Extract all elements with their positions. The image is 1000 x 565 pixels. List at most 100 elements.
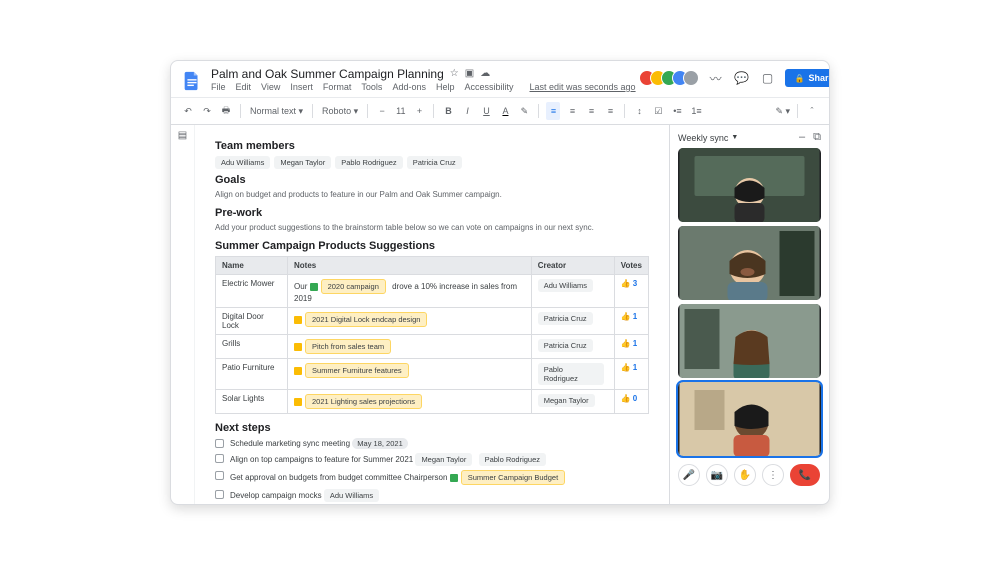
collapse-toolbar-button[interactable]: ˆ — [805, 102, 819, 120]
camera-button[interactable]: 📷 — [706, 464, 728, 486]
heading-table: Summer Campaign Products Suggestions — [215, 240, 649, 252]
popout-icon[interactable]: ⧉ — [813, 131, 821, 144]
number-list-button[interactable]: 1≡ — [689, 102, 703, 120]
doc-link-chip[interactable]: 2020 campaign — [321, 279, 386, 294]
history-icon[interactable]: 〰 — [707, 69, 725, 87]
person-chip[interactable]: Pablo Rodriguez — [538, 363, 604, 385]
menu-add-ons[interactable]: Add-ons — [392, 82, 426, 92]
align-justify-button[interactable]: ≡ — [603, 102, 617, 120]
align-right-button[interactable]: ≡ — [584, 102, 598, 120]
print-button[interactable]: 🖶 — [219, 102, 233, 120]
table-row: Digital Door Lock 2021 Digital Lock endca… — [216, 308, 649, 335]
person-chip[interactable]: Megan Taylor — [538, 394, 595, 407]
video-tile-2[interactable] — [678, 226, 821, 300]
person-chip[interactable]: Megan Taylor — [274, 156, 331, 169]
checkbox[interactable] — [215, 490, 224, 499]
vote-count[interactable]: 1 — [621, 339, 642, 348]
person-chip[interactable]: Patricia Cruz — [538, 339, 593, 352]
italic-button[interactable]: I — [460, 102, 474, 120]
font-size-plus[interactable]: + — [412, 102, 426, 120]
bold-button[interactable]: B — [441, 102, 455, 120]
highlight-button[interactable]: ✎ — [517, 102, 531, 120]
doc-link-chip[interactable]: Summer Furniture features — [305, 363, 409, 378]
step-text: Schedule marketing sync meeting May 18, … — [230, 438, 412, 449]
hangup-button[interactable]: 📞 — [790, 464, 820, 486]
heading-prework: Pre-work — [215, 207, 649, 219]
menu-tools[interactable]: Tools — [361, 82, 382, 92]
move-icon[interactable]: ▣ — [465, 69, 474, 79]
person-chip[interactable]: Adu Williams — [324, 489, 379, 502]
table-row: Grills Pitch from sales team Patricia Cruz… — [216, 335, 649, 359]
person-chip[interactable]: Pablo Rodriguez — [335, 156, 402, 169]
video-tile-3[interactable] — [678, 304, 821, 378]
doc-link-chip[interactable]: Pitch from sales team — [305, 339, 391, 354]
chevron-down-icon[interactable]: ▼ — [731, 134, 738, 141]
cell-creator: Patricia Cruz — [531, 308, 614, 335]
menu-insert[interactable]: Insert — [290, 82, 313, 92]
checkbox[interactable] — [215, 454, 224, 463]
person-chip[interactable]: Patricia Cruz — [538, 312, 593, 325]
undo-button[interactable]: ↶ — [181, 102, 195, 120]
meet-title[interactable]: Weekly sync — [678, 133, 728, 143]
heading-goals: Goals — [215, 174, 649, 186]
menu-file[interactable]: File — [211, 82, 226, 92]
person-chip[interactable]: Pablo Rodriguez — [479, 453, 546, 466]
cloud-status-icon[interactable]: ☁ — [480, 69, 490, 79]
slides-icon — [294, 398, 302, 406]
suggestions-table: NameNotesCreatorVotes Electric MowerOur … — [215, 256, 649, 414]
redo-button[interactable]: ↷ — [200, 102, 214, 120]
line-spacing-button[interactable]: ↕ — [632, 102, 646, 120]
person-chip[interactable]: Megan Taylor — [415, 453, 472, 466]
vote-count[interactable]: 0 — [621, 394, 642, 403]
person-chip[interactable]: Adu Williams — [215, 156, 270, 169]
vote-count[interactable]: 1 — [621, 312, 642, 321]
cell-notes: 2021 Digital Lock endcap design — [288, 308, 532, 335]
checklist-button[interactable]: ☑ — [651, 102, 665, 120]
text-color-button[interactable]: A — [498, 102, 512, 120]
checkbox[interactable] — [215, 471, 224, 480]
menu-view[interactable]: View — [261, 82, 280, 92]
docs-logo-icon[interactable] — [181, 69, 203, 93]
doc-link-chip[interactable]: Summer Campaign Budget — [461, 470, 565, 485]
font-size-minus[interactable]: − — [375, 102, 389, 120]
underline-button[interactable]: U — [479, 102, 493, 120]
editing-mode-button[interactable]: ✎ ▾ — [775, 102, 790, 120]
video-tile-1[interactable] — [678, 148, 821, 222]
more-button[interactable]: ⋮ — [762, 464, 784, 486]
outline-rail: ▤ — [171, 125, 195, 504]
bullet-list-button[interactable]: •≡ — [670, 102, 684, 120]
last-edit-text[interactable]: Last edit was seconds ago — [530, 82, 636, 92]
font-size-input[interactable]: 11 — [394, 106, 407, 116]
outline-toggle-icon[interactable]: ▤ — [178, 130, 187, 141]
raise-hand-button[interactable]: ✋ — [734, 464, 756, 486]
collaborator-avatars[interactable] — [644, 70, 699, 86]
cell-name: Grills — [216, 335, 288, 359]
share-button[interactable]: Share — [785, 69, 830, 87]
person-chip[interactable]: Patricia Cruz — [407, 156, 462, 169]
doc-title[interactable]: Palm and Oak Summer Campaign Planning — [211, 67, 444, 81]
meet-icon[interactable]: ▢ — [759, 69, 777, 87]
menu-edit[interactable]: Edit — [236, 82, 252, 92]
doc-link-chip[interactable]: 2021 Digital Lock endcap design — [305, 312, 427, 327]
document-area[interactable]: Team members Adu WilliamsMegan TaylorPab… — [195, 125, 669, 504]
vote-count[interactable]: 3 — [621, 279, 642, 288]
font-select[interactable]: Roboto ▾ — [320, 106, 360, 117]
date-chip[interactable]: May 18, 2021 — [352, 438, 407, 449]
comments-icon[interactable]: 💬 — [733, 69, 751, 87]
style-select[interactable]: Normal text ▾ — [248, 106, 305, 117]
mic-button[interactable]: 🎤 — [678, 464, 700, 486]
align-left-button[interactable]: ≡ — [546, 102, 560, 120]
star-icon[interactable]: ☆ — [450, 69, 459, 79]
table-header: Creator — [531, 257, 614, 275]
menu-format[interactable]: Format — [323, 82, 352, 92]
video-tile-4[interactable] — [678, 382, 821, 456]
checkbox[interactable] — [215, 439, 224, 448]
menu-help[interactable]: Help — [436, 82, 455, 92]
align-center-button[interactable]: ≡ — [565, 102, 579, 120]
doc-link-chip[interactable]: 2021 Lighting sales projections — [305, 394, 422, 409]
minimize-icon[interactable]: – — [799, 131, 805, 144]
vote-count[interactable]: 1 — [621, 363, 642, 372]
menu-accessibility[interactable]: Accessibility — [464, 82, 513, 92]
person-chip[interactable]: Adu Williams — [538, 279, 593, 292]
cell-name: Digital Door Lock — [216, 308, 288, 335]
